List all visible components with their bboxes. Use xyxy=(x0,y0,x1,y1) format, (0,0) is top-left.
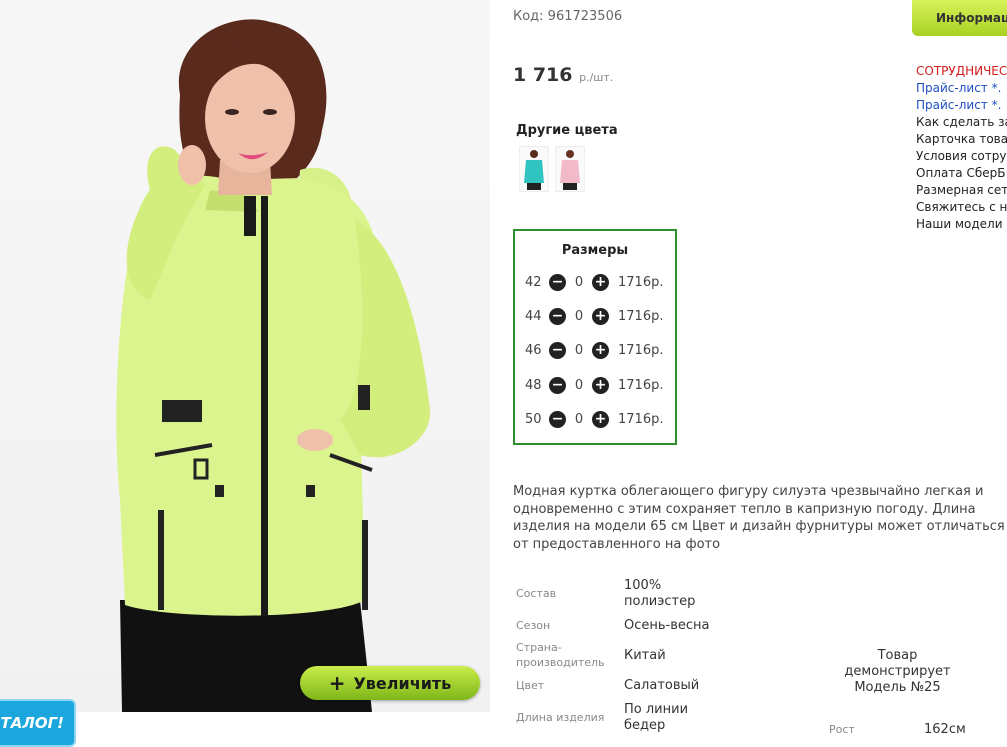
model-height-value: 162см xyxy=(924,722,966,737)
catalog-badge[interactable]: ТАЛОГ! xyxy=(0,699,76,747)
spec-value-length: По линии бедер xyxy=(624,702,689,733)
size-label: 50 xyxy=(525,411,542,427)
sizes-title: Размеры xyxy=(561,243,629,258)
spec-label-country: Страна-производитель xyxy=(516,641,605,669)
zoom-button[interactable]: + Увеличить xyxy=(300,666,480,700)
zoom-button-label: Увеличить xyxy=(353,673,452,693)
spec-label-length: Длина изделия xyxy=(516,711,605,724)
sidebar-link-payment[interactable]: Оплата СберБ xyxy=(916,165,1007,182)
size-row-44: 44 − 0 + 1716р. xyxy=(525,306,663,326)
sidebar-link-how-to-order[interactable]: Как сделать за xyxy=(916,114,1007,131)
size-row-48: 48 − 0 + 1716р. xyxy=(525,375,663,395)
size-price: 1716р. xyxy=(618,411,664,427)
size-label: 44 xyxy=(525,308,542,324)
increase-button[interactable]: + xyxy=(592,410,609,428)
increase-button[interactable]: + xyxy=(592,376,609,394)
product-code: Код: 961723506 xyxy=(513,9,623,24)
model-height-label: Рост xyxy=(829,723,855,736)
size-label: 42 xyxy=(525,274,542,290)
jacket-thumb-icon xyxy=(524,150,544,190)
sidebar-link-contact[interactable]: Свяжитесь с н xyxy=(916,199,1007,216)
spec-value-country: Китай xyxy=(624,648,666,663)
spec-value-color: Салатовый xyxy=(624,678,700,693)
spec-label-color: Цвет xyxy=(516,679,545,692)
color-thumb-turquoise[interactable] xyxy=(519,146,549,192)
price-value: 1 716 xyxy=(513,64,573,86)
model-note: Товар демонстрирует Модель №25 xyxy=(844,648,951,695)
sidebar-link-pricelist-1[interactable]: Прайс-лист *. xyxy=(916,80,1007,97)
size-row-46: 46 − 0 + 1716р. xyxy=(525,340,663,360)
sidebar-links: СОТРУДНИЧЕС Прайс-лист *. Прайс-лист *. … xyxy=(916,63,1007,233)
info-tab[interactable]: Информац xyxy=(912,0,1007,36)
sidebar-link-pricelist-2[interactable]: Прайс-лист *. xyxy=(916,97,1007,114)
spec-label-composition: Состав xyxy=(516,587,557,600)
increase-button[interactable]: + xyxy=(592,273,609,291)
sidebar-link-size-chart[interactable]: Размерная сет xyxy=(916,182,1007,199)
size-row-42: 42 − 0 + 1716р. xyxy=(525,272,663,292)
size-label: 48 xyxy=(525,377,542,393)
jacket-model-image xyxy=(116,19,431,712)
quantity-value[interactable]: 0 xyxy=(566,309,592,324)
size-label: 46 xyxy=(525,342,542,358)
color-thumb-pink[interactable] xyxy=(555,146,585,192)
product-description: Модная куртка облегающего фигуру силуэта… xyxy=(513,484,1005,552)
quantity-value[interactable]: 0 xyxy=(566,343,592,358)
product-price: 1 716 р./шт. xyxy=(513,64,613,86)
spec-value-season: Осень-весна xyxy=(624,618,710,633)
decrease-button[interactable]: − xyxy=(549,341,566,359)
product-photo[interactable]: + Увеличить xyxy=(0,0,490,712)
decrease-button[interactable]: − xyxy=(549,376,566,394)
sidebar-link-models[interactable]: Наши модели xyxy=(916,216,1007,233)
decrease-button[interactable]: − xyxy=(549,273,566,291)
decrease-button[interactable]: − xyxy=(549,307,566,325)
size-price: 1716р. xyxy=(618,308,664,324)
spec-value-composition: 100% полиэстер xyxy=(624,578,696,609)
increase-button[interactable]: + xyxy=(592,341,609,359)
size-price: 1716р. xyxy=(618,274,664,290)
sidebar-link-product-card[interactable]: Карточка това xyxy=(916,131,1007,148)
quantity-value[interactable]: 0 xyxy=(566,275,592,290)
spec-label-season: Сезон xyxy=(516,619,551,632)
quantity-value[interactable]: 0 xyxy=(566,378,592,393)
sidebar-link-cooperation[interactable]: СОТРУДНИЧЕС xyxy=(916,63,1007,80)
size-row-50: 50 − 0 + 1716р. xyxy=(525,409,663,429)
sidebar-link-terms[interactable]: Условия сотру xyxy=(916,148,1007,165)
other-colors-title: Другие цвета xyxy=(516,123,618,138)
quantity-value[interactable]: 0 xyxy=(566,412,592,427)
increase-button[interactable]: + xyxy=(592,307,609,325)
jacket-thumb-icon xyxy=(560,150,580,190)
size-price: 1716р. xyxy=(618,377,664,393)
price-unit: р./шт. xyxy=(579,71,614,84)
plus-icon: + xyxy=(328,671,346,695)
size-price: 1716р. xyxy=(618,342,664,358)
sizes-panel: Размеры 42 − 0 + 1716р. 44 − 0 + 1716р. … xyxy=(513,229,677,445)
decrease-button[interactable]: − xyxy=(549,410,566,428)
